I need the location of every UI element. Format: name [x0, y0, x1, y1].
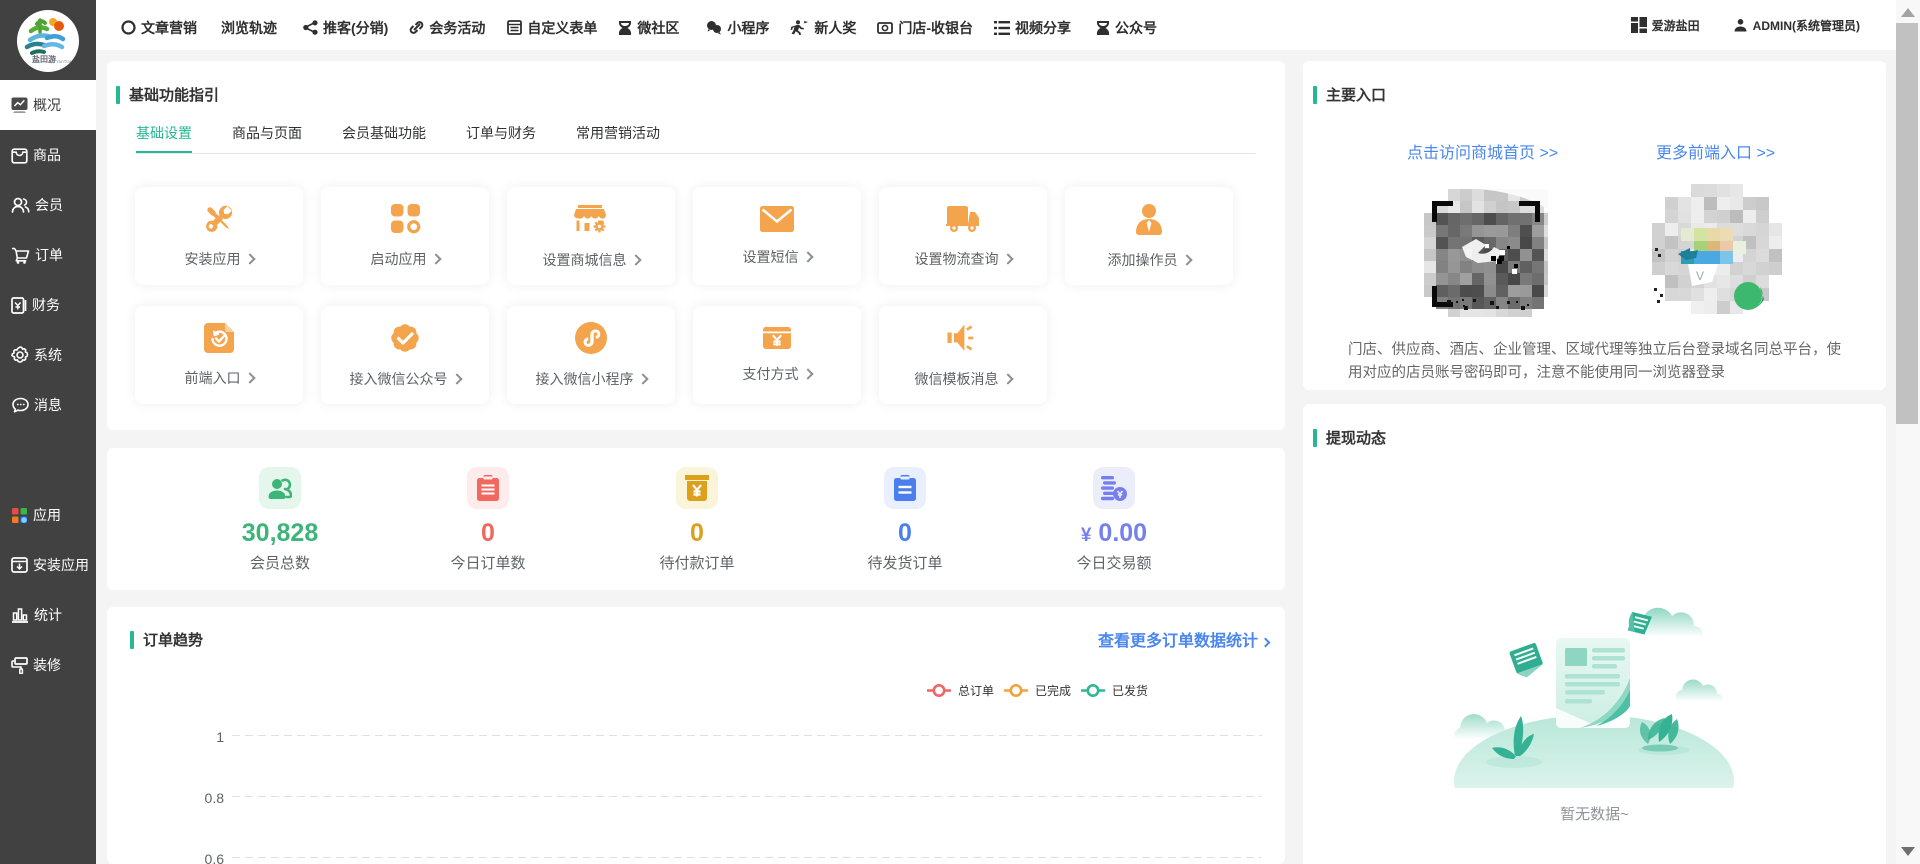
svg-text:YanTian: YanTian: [56, 59, 73, 64]
svg-text:盐田游: 盐田游: [32, 54, 56, 64]
svg-text:V: V: [1696, 269, 1704, 283]
